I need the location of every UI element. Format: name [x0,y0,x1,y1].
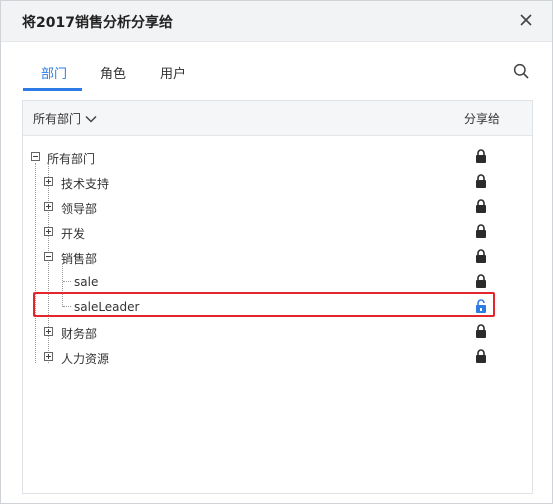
expand-toggle-icon[interactable] [44,227,53,236]
tree-node-label: 技术支持 [61,177,110,191]
lock-icon[interactable] [475,249,487,263]
tree-node-label: 领导部 [61,202,98,216]
tab-user[interactable]: 用户 [160,63,186,82]
tree-node-label: 所有部门 [47,152,96,166]
expand-toggle-icon[interactable] [44,177,53,186]
tree-row-hr[interactable]: 人力资源 [23,344,532,369]
tree-node-label: 销售部 [61,252,98,266]
tree-node-label: 开发 [61,227,86,241]
share-to-column-header: 分享给 [463,112,500,126]
tree-row-leadership[interactable]: 领导部 [23,194,532,219]
tree-row-tech-support[interactable]: 技术支持 [23,169,532,194]
tree-node-label: sale [74,275,99,289]
dialog-titlebar: 将2017销售分析分享给 [1,1,552,42]
expand-toggle-icon[interactable] [44,352,53,361]
tab-department[interactable]: 部门 [41,63,67,82]
selection-highlight [33,292,495,317]
department-filter-label: 所有部门 [33,112,82,126]
lock-icon[interactable] [475,349,487,363]
tree-row-development[interactable]: 开发 [23,219,532,244]
active-tab-indicator [23,88,82,91]
expand-toggle-icon[interactable] [44,202,53,211]
lock-icon[interactable] [475,149,487,163]
collapse-toggle-icon[interactable] [31,152,40,161]
lock-icon[interactable] [475,174,487,188]
tree-row-sale[interactable]: sale [23,269,532,294]
dialog-title: 将2017销售分析分享给 [22,15,173,31]
chevron-down-icon [85,115,97,123]
share-dialog: 将2017销售分析分享给 部门 角色 用户 所有部门 分享给 所有部门 技术支持… [0,0,553,504]
department-filter-dropdown[interactable]: 所有部门 [33,110,97,127]
lock-icon[interactable] [475,324,487,338]
tree-row-finance[interactable]: 财务部 [23,319,532,344]
collapse-toggle-icon[interactable] [44,252,53,261]
expand-toggle-icon[interactable] [44,327,53,336]
tree-row-sales[interactable]: 销售部 [23,244,532,269]
lock-icon[interactable] [475,199,487,213]
lock-icon[interactable] [475,274,487,288]
close-icon[interactable] [518,12,534,28]
tree-node-label: 人力资源 [61,352,110,366]
panel-header: 所有部门 分享给 [23,101,532,136]
tree-row-all-departments[interactable]: 所有部门 [23,144,532,169]
tab-role[interactable]: 角色 [100,63,126,82]
tree-node-label: 财务部 [61,327,98,341]
lock-icon[interactable] [475,224,487,238]
search-icon[interactable] [513,63,529,79]
